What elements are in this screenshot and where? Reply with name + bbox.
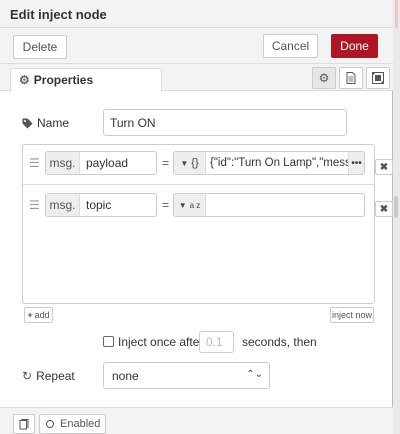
close-icon: ✖ [379, 203, 389, 215]
type-selector[interactable]: ▼ {} [174, 152, 206, 174]
document-icon [346, 72, 356, 84]
enabled-toggle[interactable]: Enabled [39, 414, 106, 434]
name-input[interactable]: Turn ON [103, 109, 347, 136]
repeat-icon: ↻ [22, 369, 33, 383]
add-label: add [34, 310, 50, 320]
payload-property-field[interactable]: msg. payload [45, 151, 157, 175]
equals-sign: = [162, 198, 170, 212]
tray-footer: Enabled [0, 407, 393, 434]
property-list: ☰ msg. payload = ▼ {} {"id":"Turn On Lam… [22, 144, 393, 304]
repeat-select[interactable]: none ⌃⌄ [103, 362, 270, 389]
tab-settings[interactable]: ⚙ [312, 67, 336, 89]
topic-property-field[interactable]: msg. topic [45, 193, 157, 217]
inject-delay-input[interactable]: 0.1 [199, 331, 234, 353]
payload-value: {"id":"Turn On Lamp","messa [210, 157, 348, 169]
repeat-label-row: ↻ Repeat [22, 369, 75, 383]
repeat-value: none [112, 368, 139, 383]
equals-sign: = [162, 156, 170, 170]
circle-icon [46, 420, 54, 428]
caret-down-icon: ▼ [180, 158, 189, 168]
layout-icon [372, 72, 384, 84]
tray-header: Edit inject node [0, 0, 393, 28]
json-type-icon: {} [191, 157, 199, 169]
gear-icon: ⚙ [318, 71, 330, 85]
msg-prefix: msg. [46, 194, 80, 216]
msg-prefix: msg. [46, 152, 80, 174]
edit-tray: Edit inject node Delete Cancel Done ⚙ Pr… [0, 0, 393, 434]
delete-button[interactable]: Delete [13, 35, 67, 59]
string-type-icon: a z [189, 200, 201, 210]
topic-value [206, 194, 364, 216]
drag-handle-icon[interactable]: ☰ [29, 157, 40, 169]
remove-row-button[interactable]: ✖ [375, 159, 393, 175]
tray-toolbar: Delete Cancel Done [0, 28, 393, 64]
inject-once-label: Inject once after [118, 335, 204, 349]
expand-editor-button[interactable]: ••• [348, 152, 364, 174]
tab-properties-label: Properties [33, 73, 94, 87]
payload-value-field[interactable]: ▼ {} {"id":"Turn On Lamp","messa ••• [173, 151, 365, 175]
inject-now-button[interactable]: inject now [330, 307, 374, 323]
plus-icon: + [27, 310, 33, 320]
seconds-then-label: seconds, then [242, 335, 317, 349]
done-button[interactable]: Done [331, 34, 378, 58]
chevron-updown-icon: ⌃⌄ [246, 369, 263, 380]
tray-title: Edit inject node [10, 7, 107, 22]
property-name: payload [86, 156, 129, 170]
tab-description[interactable] [339, 67, 363, 89]
tab-properties[interactable]: ⚙ Properties [10, 68, 162, 92]
enabled-label: Enabled [60, 418, 101, 430]
caret-down-icon: ▼ [178, 200, 187, 210]
property-row-payload: ☰ msg. payload = ▼ {} {"id":"Turn On Lam… [23, 145, 393, 185]
type-selector[interactable]: ▼ a z [174, 194, 206, 216]
name-label-row: Name [22, 116, 69, 130]
tab-bar: ⚙ Properties ⚙ [0, 64, 393, 92]
book-icon [19, 418, 29, 429]
inject-once-checkbox[interactable] [103, 336, 114, 347]
property-row-topic: ☰ msg. topic = ▼ a z ✖ [23, 187, 393, 227]
topic-value-field[interactable]: ▼ a z [173, 193, 365, 217]
add-property-button[interactable]: + add [24, 307, 53, 323]
resize-grip[interactable] [394, 196, 398, 218]
tag-icon [22, 118, 33, 128]
right-edge-strip [393, 0, 400, 434]
remove-row-button[interactable]: ✖ [375, 201, 393, 217]
edge-accent [395, 0, 398, 28]
cancel-button[interactable]: Cancel [263, 34, 318, 58]
property-name: topic [86, 198, 112, 212]
name-label: Name [37, 116, 70, 130]
tab-appearance[interactable] [366, 67, 390, 89]
repeat-label: Repeat [36, 369, 75, 383]
gear-icon: ⚙ [19, 73, 30, 87]
drag-handle-icon[interactable]: ☰ [29, 199, 40, 211]
close-icon: ✖ [379, 161, 389, 173]
node-help-button[interactable] [13, 414, 35, 434]
